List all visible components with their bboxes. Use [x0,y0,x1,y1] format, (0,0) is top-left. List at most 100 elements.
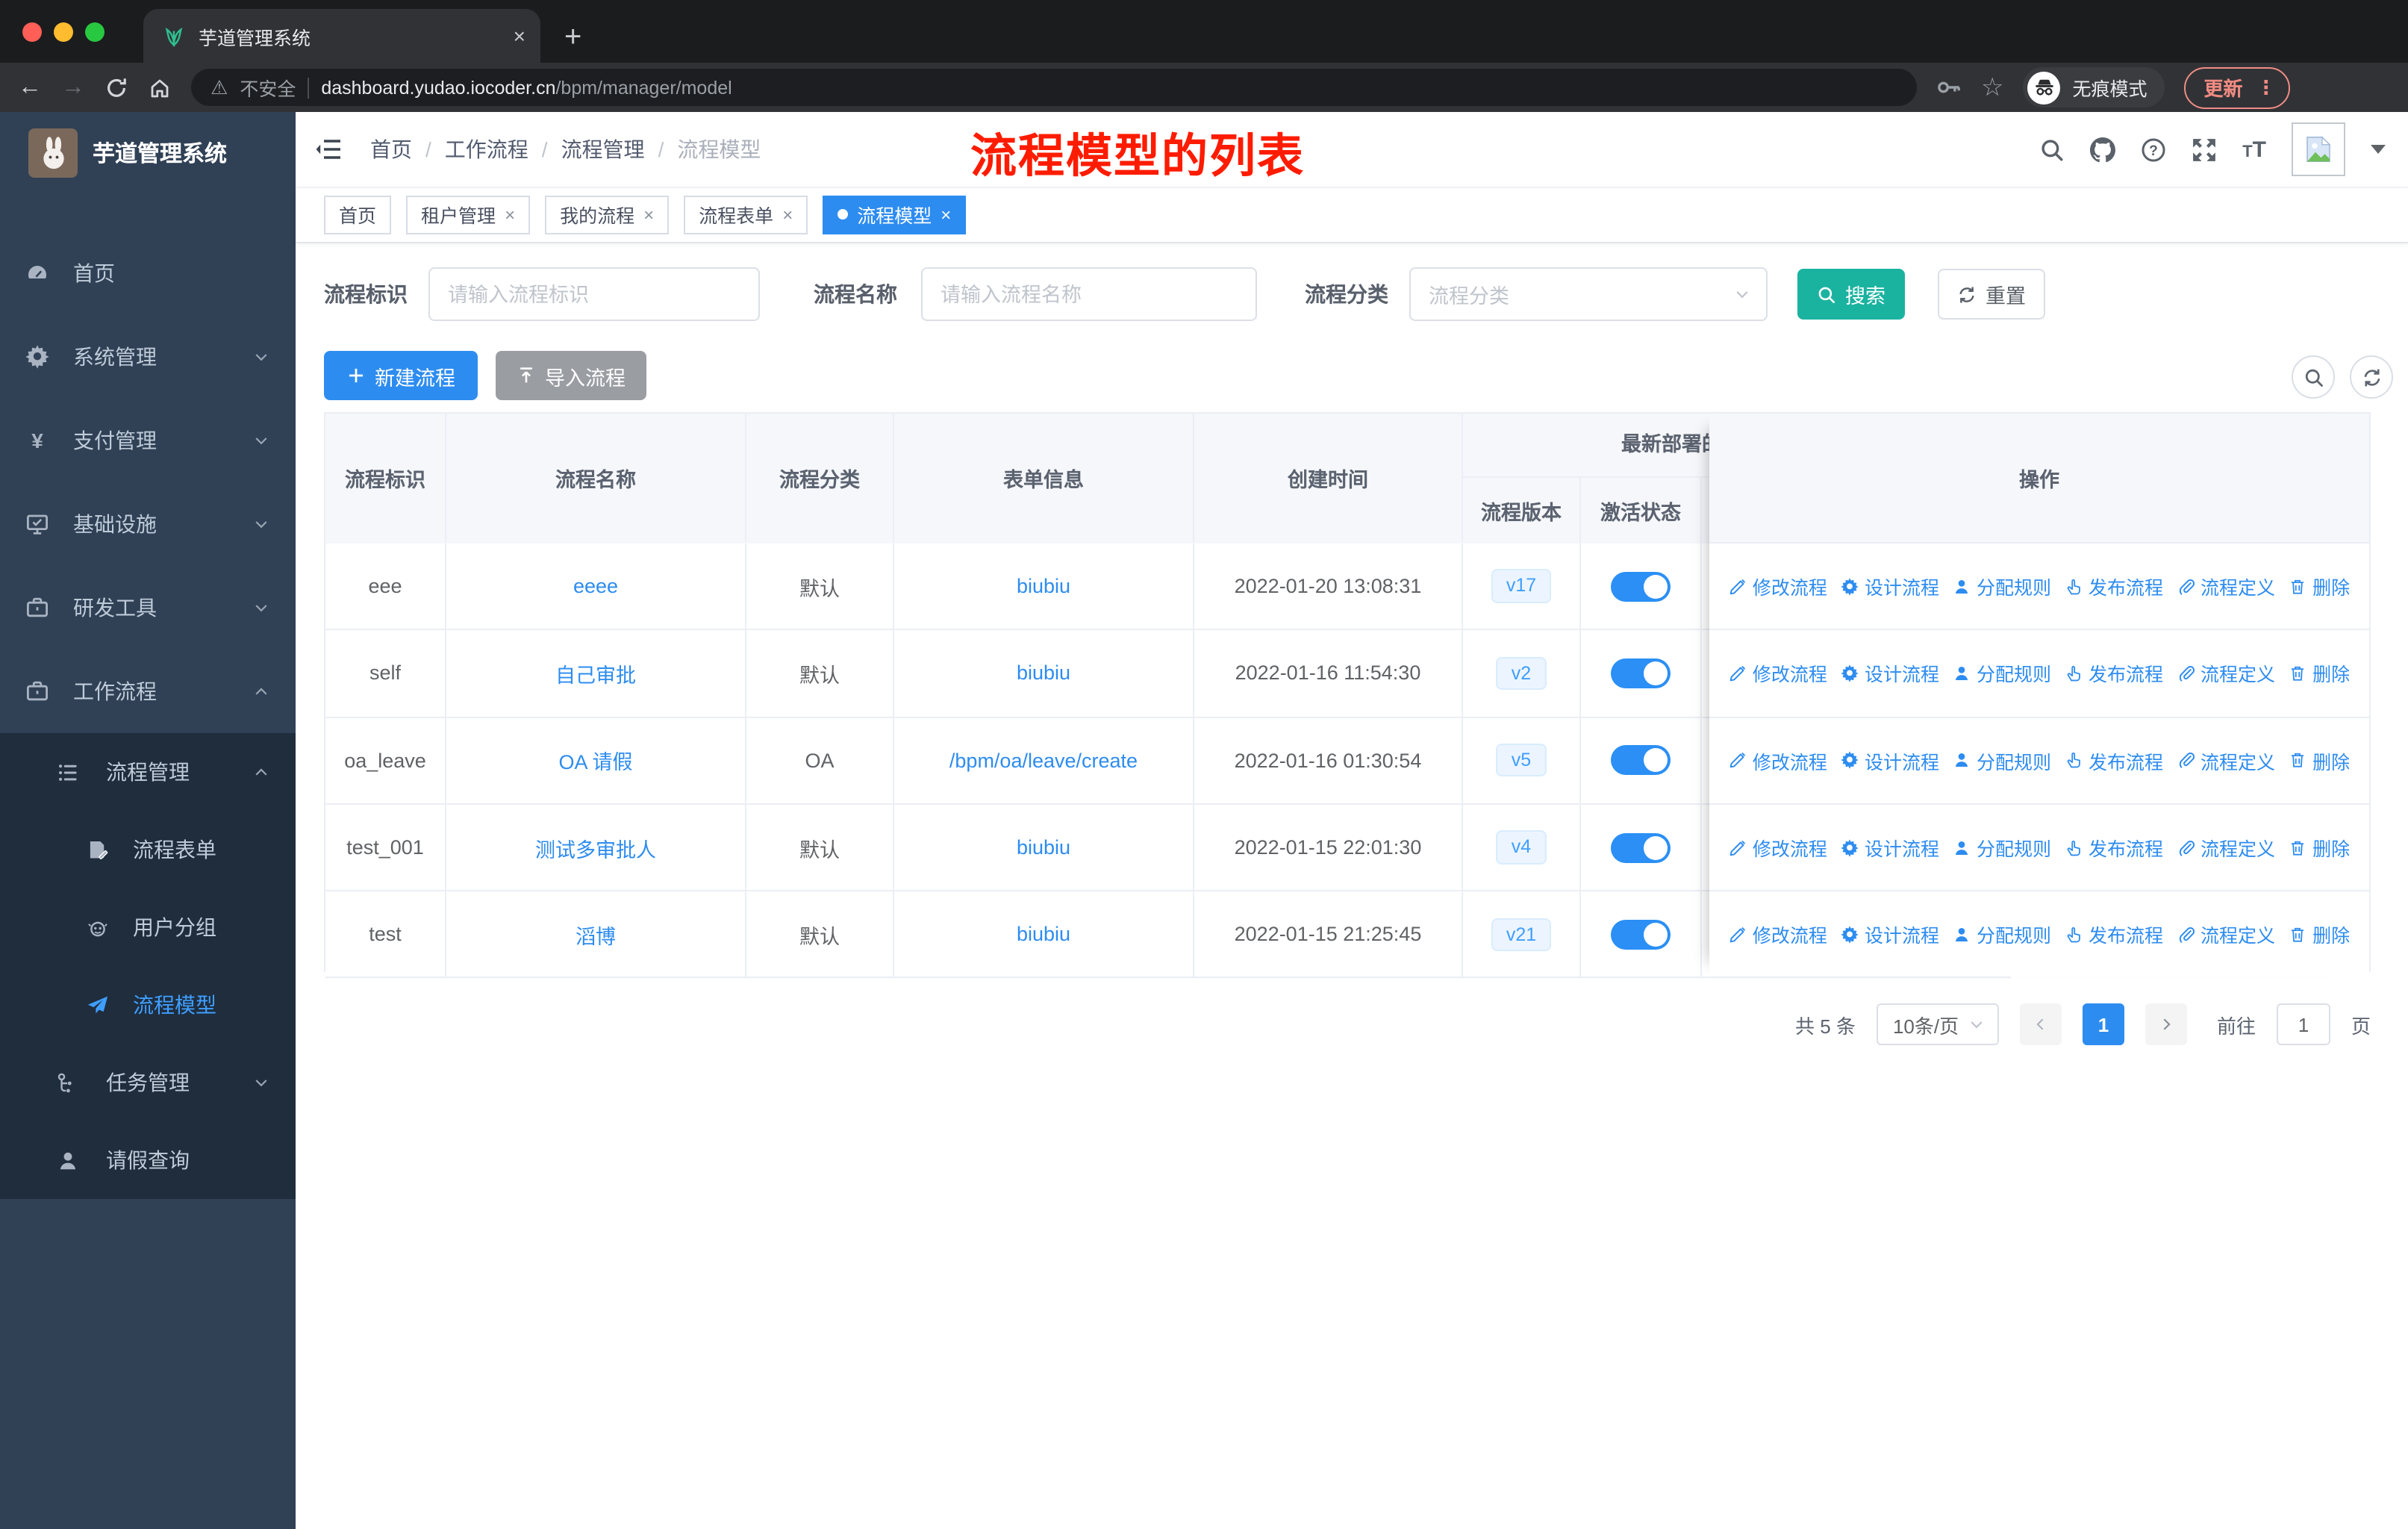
import-process-button[interactable]: 导入流程 [496,351,646,400]
design-process-link[interactable]: 设计流程 [1841,572,1939,600]
delete-link[interactable]: 删除 [2289,921,2350,949]
edit-process-link[interactable]: 修改流程 [1729,833,1827,862]
bookmark-star-icon[interactable]: ☆ [1981,72,2004,102]
password-key-icon[interactable] [1936,75,1962,100]
browser-menu-icon[interactable]: ⋮ [2256,75,2276,99]
publish-process-link[interactable]: 发布流程 [2065,572,2163,600]
tag-my-process[interactable]: 我的流程 × [545,195,670,234]
sidebar-item-leave-query[interactable]: 请假查询 [0,1121,296,1199]
version-badge[interactable]: v4 [1496,830,1547,865]
process-definition-link[interactable]: 流程定义 [2177,833,2275,862]
delete-link[interactable]: 删除 [2289,746,2350,774]
tab-close-icon[interactable]: × [514,25,525,46]
close-icon[interactable]: × [505,205,515,223]
page-size-select[interactable]: 10条/页 [1876,1003,1999,1045]
sidebar-item-task-management[interactable]: 任务管理 [0,1044,296,1121]
process-definition-link[interactable]: 流程定义 [2177,572,2275,600]
sidebar-item-payment[interactable]: 支付管理 [0,399,296,482]
current-page-button[interactable]: 1 [2082,1003,2124,1045]
reload-icon[interactable] [105,75,128,99]
publish-process-link[interactable]: 发布流程 [2065,746,2163,774]
active-toggle[interactable] [1611,745,1671,776]
tag-process-form[interactable]: 流程表单 × [684,195,808,234]
form-info-link[interactable]: biubiu [1017,836,1070,859]
process-name-input[interactable] [921,267,1257,321]
edit-process-link[interactable]: 修改流程 [1729,746,1827,774]
forward-icon[interactable]: → [61,75,85,99]
design-process-link[interactable]: 设计流程 [1841,833,1939,862]
form-info-link[interactable]: biubiu [1017,662,1070,685]
sidebar-item-infrastructure[interactable]: 基础设施 [0,482,296,566]
breadcrumb-process-management[interactable]: 流程管理 [561,134,645,164]
version-badge[interactable]: v2 [1496,656,1547,691]
design-process-link[interactable]: 设计流程 [1841,746,1939,774]
create-process-button[interactable]: 新建流程 [324,351,478,400]
process-name-link[interactable]: 滔博 [576,920,616,950]
tag-home[interactable]: 首页 [324,195,392,234]
process-name-link[interactable]: 自己审批 [555,658,636,688]
breadcrumb-home[interactable]: 首页 [370,134,412,164]
sidebar-item-process-model[interactable]: 流程模型 [0,966,296,1044]
security-label[interactable]: 不安全 [240,73,296,102]
fullscreen-icon[interactable] [2192,137,2217,162]
design-process-link[interactable]: 设计流程 [1841,659,1939,688]
process-name-link[interactable]: 测试多审批人 [535,832,656,862]
search-icon[interactable] [2039,137,2065,162]
show-search-button[interactable] [2292,355,2335,399]
version-badge[interactable]: v5 [1496,743,1547,777]
assign-rule-link[interactable]: 分配规则 [1953,659,2051,688]
process-category-select[interactable]: 流程分类 [1409,267,1768,321]
avatar-caret-icon[interactable] [2371,145,2386,154]
next-page-button[interactable] [2145,1003,2187,1045]
publish-process-link[interactable]: 发布流程 [2065,833,2163,862]
tag-process-model[interactable]: 流程模型 × [823,195,967,234]
publish-process-link[interactable]: 发布流程 [2065,659,2163,688]
avatar[interactable] [2292,122,2345,176]
process-key-input[interactable] [428,267,760,321]
maximize-window-button[interactable] [85,22,105,41]
delete-link[interactable]: 删除 [2289,833,2350,862]
font-size-icon[interactable]: TT [2242,137,2266,162]
breadcrumb-workflow[interactable]: 工作流程 [445,134,528,164]
active-toggle[interactable] [1611,832,1671,863]
delete-link[interactable]: 删除 [2289,572,2350,600]
page-url[interactable]: dashboard.yudao.iocoder.cn/bpm/manager/m… [321,77,732,98]
prev-page-button[interactable] [2019,1003,2062,1045]
reset-button[interactable]: 重置 [1938,269,2045,320]
home-icon[interactable] [148,75,172,99]
refresh-table-button[interactable] [2350,355,2393,399]
sidebar-collapse-icon[interactable] [315,136,342,163]
browser-update-button[interactable]: 更新 ⋮ [2184,66,2291,108]
help-icon[interactable] [2141,137,2166,162]
form-info-link[interactable]: biubiu [1017,924,1070,946]
version-badge[interactable]: v17 [1491,569,1552,603]
active-toggle[interactable] [1611,919,1671,950]
publish-process-link[interactable]: 发布流程 [2065,921,2163,949]
sidebar-item-home[interactable]: 首页 [0,231,296,315]
sidebar-item-workflow[interactable]: 工作流程 [0,650,296,733]
assign-rule-link[interactable]: 分配规则 [1953,572,2051,600]
assign-rule-link[interactable]: 分配规则 [1953,833,2051,862]
new-tab-button[interactable]: + [564,22,581,52]
process-name-link[interactable]: eeee [573,575,618,597]
close-icon[interactable]: × [941,205,951,223]
sidebar-item-process-management[interactable]: 流程管理 [0,733,296,811]
form-info-link[interactable]: biubiu [1017,575,1070,597]
assign-rule-link[interactable]: 分配规则 [1953,746,2051,774]
edit-process-link[interactable]: 修改流程 [1729,659,1827,688]
process-definition-link[interactable]: 流程定义 [2177,659,2275,688]
goto-page-input[interactable] [2276,1003,2330,1045]
search-button[interactable]: 搜索 [1797,269,1905,320]
sidebar-item-process-form[interactable]: 流程表单 [0,811,296,888]
delete-link[interactable]: 删除 [2289,659,2350,688]
process-definition-link[interactable]: 流程定义 [2177,921,2275,949]
design-process-link[interactable]: 设计流程 [1841,921,1939,949]
active-toggle[interactable] [1611,658,1671,688]
form-info-link[interactable]: /bpm/oa/leave/create [949,749,1138,771]
active-toggle[interactable] [1611,571,1671,602]
github-icon[interactable] [2090,137,2115,162]
address-bar[interactable]: ⚠ 不安全 dashboard.yudao.iocoder.cn/bpm/man… [191,69,1917,106]
close-icon[interactable]: × [782,205,793,223]
sidebar-item-system[interactable]: 系统管理 [0,315,296,399]
sidebar-item-devtools[interactable]: 研发工具 [0,566,296,650]
